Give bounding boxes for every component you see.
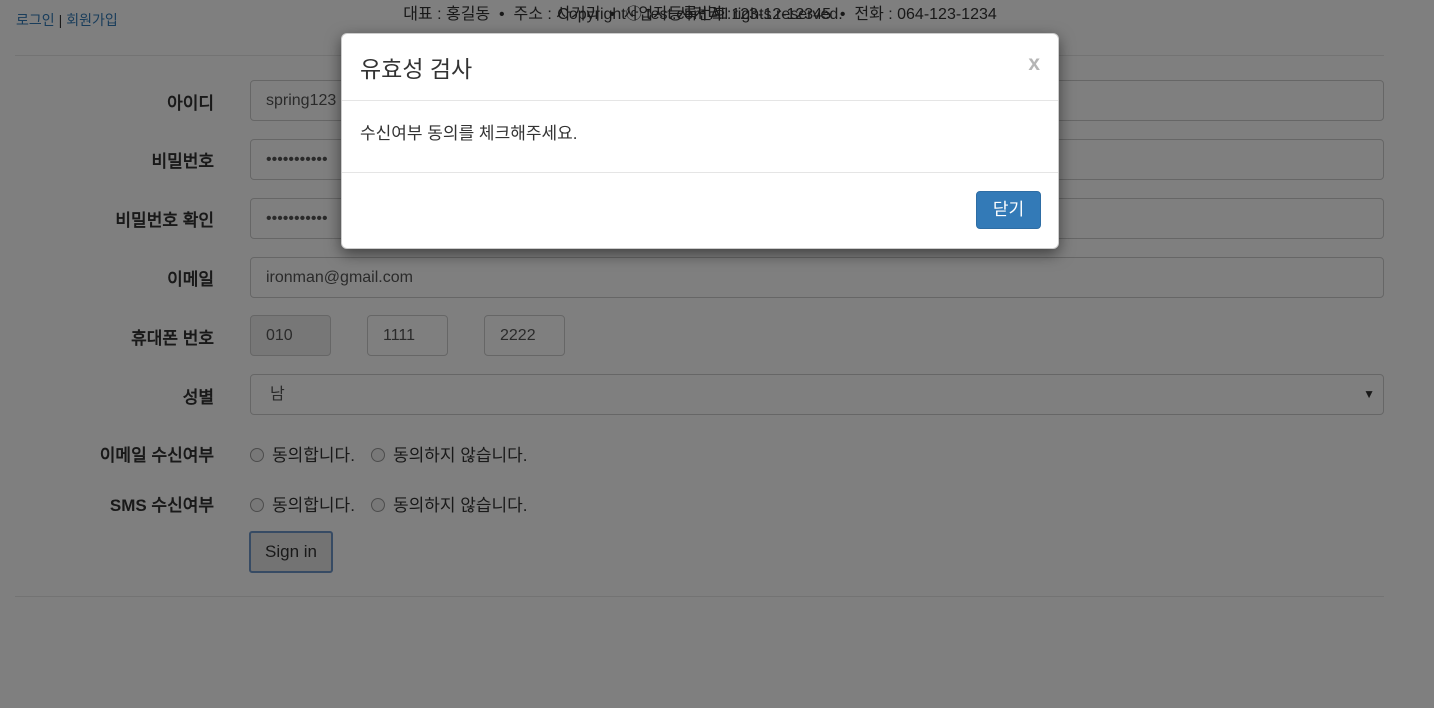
modal-close-button[interactable]: 닫기	[976, 191, 1041, 229]
modal-header: 유효성 검사 x	[342, 34, 1058, 101]
validation-modal: 유효성 검사 x 수신여부 동의를 체크해주세요. 닫기	[341, 33, 1059, 249]
modal-footer-divider	[342, 172, 1058, 173]
modal-title: 유효성 검사	[360, 56, 473, 82]
modal-message: 수신여부 동의를 체크해주세요.	[360, 124, 578, 143]
signup-page: 로그인|회원가입 아이디 spring123 비밀번호 ••••••••••• …	[0, 0, 1434, 708]
close-icon[interactable]: x	[1028, 52, 1040, 76]
